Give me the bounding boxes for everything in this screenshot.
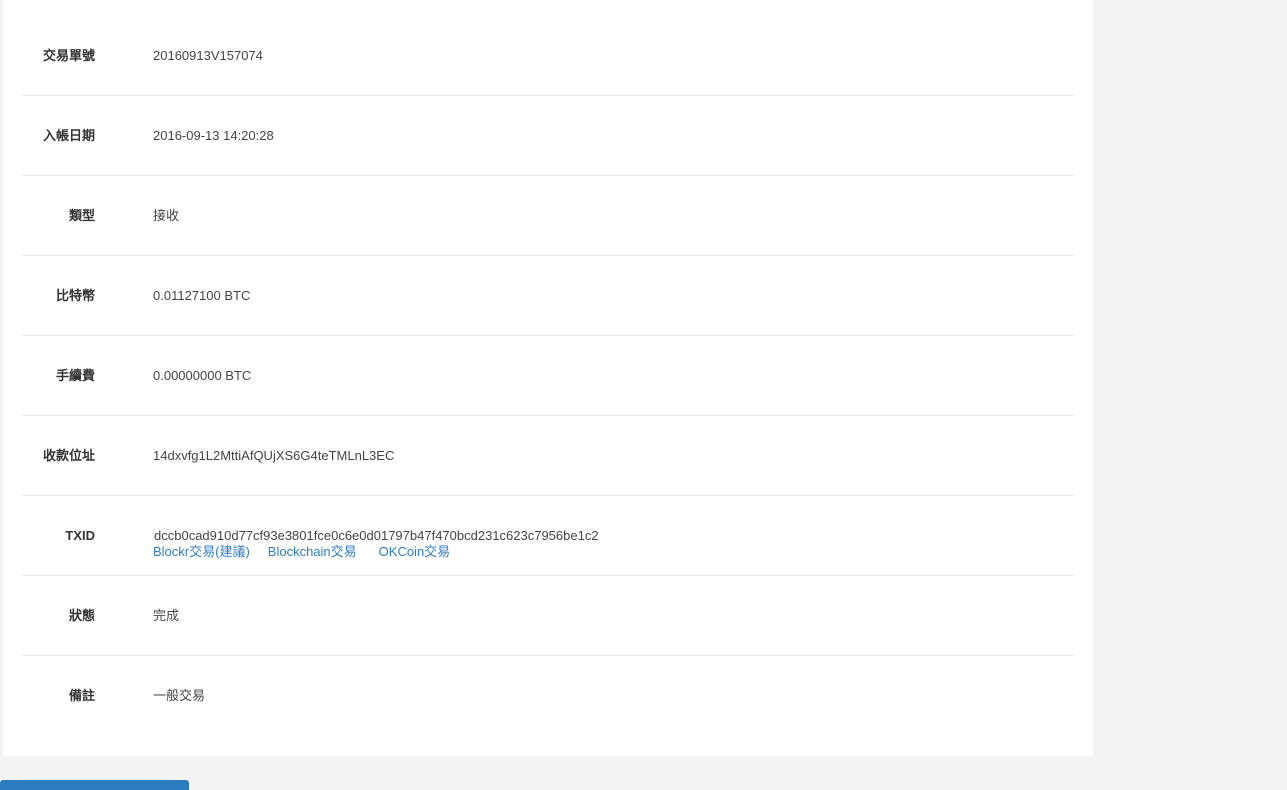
note-label: 備註 [68,688,95,703]
order-number-label: 交易單號 [42,48,95,63]
bitcoin-amount-value: 0.01127100 BTC [153,288,251,303]
detail-row-note: 備註 一般交易 [22,656,1074,736]
order-number-value: 20160913V157074 [153,48,263,63]
txid-explorer-links: Blockr交易(建議) Blockchain交易 OKCoin交易 [153,545,468,559]
bottom-action-button[interactable] [0,780,189,790]
type-value: 接收 [153,208,180,223]
status-value: 完成 [153,608,180,623]
detail-row-fee: 手續費 0.00000000 BTC [22,336,1074,416]
detail-row-txid: TXID dccb0cad910d77cf93e3801fce0c6e0d017… [22,496,1074,576]
blockchain-transaction-link[interactable]: Blockchain交易 [268,544,357,559]
txid-label: TXID [65,528,95,543]
credit-date-value: 2016-09-13 14:20:28 [153,128,274,143]
blockr-transaction-link[interactable]: Blockr交易(建議) [153,544,250,559]
detail-row-type: 類型 接收 [22,176,1074,256]
detail-row-credit-date: 入帳日期 2016-09-13 14:20:28 [22,96,1074,176]
detail-row-bitcoin-amount: 比特幣 0.01127100 BTC [22,256,1074,336]
detail-row-status: 狀態 完成 [22,576,1074,656]
transaction-detail-panel: 交易單號 20160913V157074 入帳日期 2016-09-13 14:… [3,0,1093,756]
receive-address-value: 14dxvfg1L2MttiAfQUjXS6G4teTMLnL3EC [153,448,395,463]
note-value: 一般交易 [153,688,206,703]
fee-value: 0.00000000 BTC [153,368,252,383]
detail-row-order-number: 交易單號 20160913V157074 [22,16,1074,96]
status-label: 狀態 [68,608,95,623]
bitcoin-amount-label: 比特幣 [55,288,95,303]
txid-value: dccb0cad910d77cf93e3801fce0c6e0d01797b47… [154,528,599,543]
detail-row-receive-address: 收款位址 14dxvfg1L2MttiAfQUjXS6G4teTMLnL3EC [22,416,1074,496]
type-label: 類型 [68,208,95,223]
credit-date-label: 入帳日期 [42,128,95,143]
receive-address-label: 收款位址 [42,448,95,463]
okcoin-transaction-link[interactable]: OKCoin交易 [379,544,451,559]
fee-label: 手續費 [55,368,95,383]
